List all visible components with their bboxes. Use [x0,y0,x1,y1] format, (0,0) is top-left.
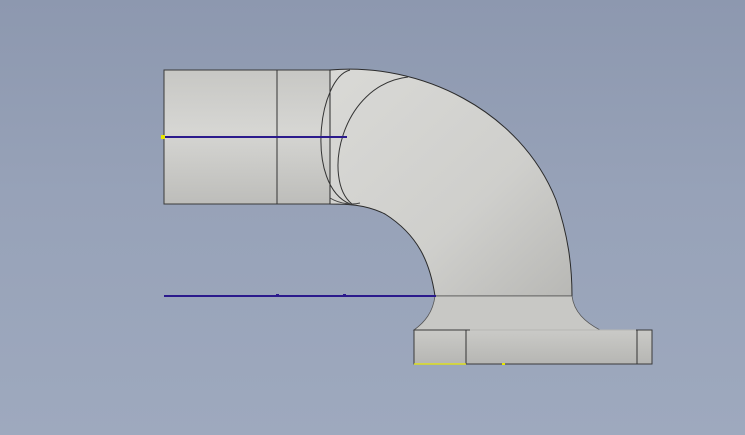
sketch-point-3[interactable] [502,363,505,365]
model-canvas[interactable] [0,0,745,435]
flange-plate[interactable] [413,329,653,365]
flange-neck[interactable] [412,295,601,331]
elbow-bend[interactable] [320,68,573,297]
sketch-point-origin[interactable] [161,135,165,139]
3d-viewport[interactable] [0,0,745,435]
sketch-point-1[interactable] [276,294,279,297]
sketch-point-2[interactable] [343,294,346,297]
